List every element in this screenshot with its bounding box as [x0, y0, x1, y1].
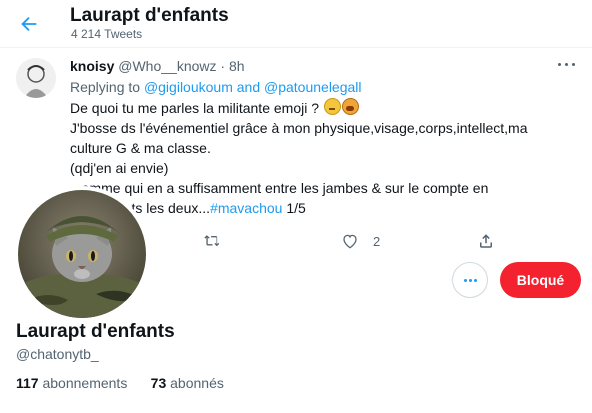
tweet-count: 4 214 Tweets	[71, 27, 143, 41]
tweet-line-2: J'bosse ds l'événementiel grâce à mon ph…	[70, 120, 528, 136]
profile-handle: @chatonytb_	[16, 346, 99, 362]
tweet-author-avatar[interactable]	[16, 58, 56, 98]
profile-name: Laurapt d'enfants	[16, 321, 175, 342]
more-options-button[interactable]	[452, 262, 488, 298]
replying-mentions[interactable]: @gigiloukoum and @patounelegall	[144, 79, 362, 95]
hashtag-link[interactable]: #mavachou	[210, 200, 282, 216]
tweet-line-6: ...ns ravir ts les deux...#mavachou 1/5	[70, 200, 306, 216]
retweet-icon[interactable]	[203, 230, 225, 252]
replying-prefix: Replying to	[70, 79, 144, 95]
like-icon[interactable]	[341, 230, 363, 252]
tweet-line-3: culture G & ma classe.	[70, 140, 211, 156]
tweet-line-1: De quoi tu me parles la militante emoji …	[70, 98, 578, 118]
tweet-time[interactable]: 8h	[229, 58, 245, 74]
share-icon[interactable]	[477, 230, 499, 252]
following-count: 117	[16, 375, 39, 391]
profile-stats: 117 abonnements 73 abonnés	[16, 374, 224, 392]
followers-label: abonnés	[170, 375, 224, 391]
separator-dot: ·	[220, 58, 226, 74]
tweet-header: knoisy @Who__knowz · 8h	[70, 57, 245, 75]
following-link[interactable]: 117 abonnements	[16, 375, 127, 391]
followers-link[interactable]: 73 abonnés	[151, 375, 224, 391]
blocked-button[interactable]: Bloqué	[500, 262, 581, 298]
followers-count: 73	[150, 375, 167, 391]
top-bar: Laurapt d'enfants 4 214 Tweets	[0, 0, 592, 48]
profile-title: Laurapt d'enfants	[70, 5, 229, 26]
tweet-line-4: (qdj'en ai envie)	[70, 160, 169, 176]
replying-to: Replying to @gigiloukoum and @patouneleg…	[70, 78, 362, 96]
unamused-emoji-icon	[323, 98, 341, 115]
yawning-emoji-icon	[341, 98, 359, 115]
arrow-left-icon[interactable]	[18, 13, 42, 35]
tweet-text: De quoi tu me parles la militante emoji …	[70, 98, 578, 218]
tweet-author-name[interactable]: knoisy	[70, 58, 114, 74]
more-options-icon[interactable]	[556, 60, 578, 70]
following-label: abonnements	[42, 375, 128, 391]
tweet-line-5: ...omme qui en a suffisamment entre les …	[70, 180, 489, 196]
profile-avatar[interactable]	[14, 186, 150, 322]
like-count: 2	[373, 234, 381, 249]
tweet-author-handle[interactable]: @Who__knowz	[118, 58, 216, 74]
